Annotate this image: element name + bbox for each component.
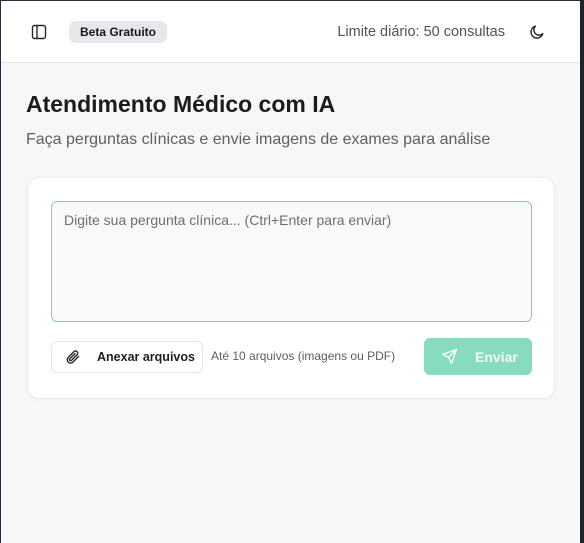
- panel-left-icon: [31, 24, 47, 40]
- composer-card: Anexar arquivos Até 10 arquivos (imagens…: [27, 177, 555, 399]
- daily-limit-text: Limite diário: 50 consultas: [337, 24, 505, 40]
- moon-icon: [529, 24, 545, 40]
- sidebar-toggle-button[interactable]: [28, 21, 50, 43]
- page-subtitle: Faça perguntas clínicas e envie imagens …: [26, 131, 491, 148]
- send-label: Enviar: [475, 348, 518, 365]
- attachment-hint: Até 10 arquivos (imagens ou PDF): [211, 349, 396, 363]
- send-icon: [441, 348, 458, 365]
- attach-files-label: Anexar arquivos: [97, 350, 195, 364]
- send-button[interactable]: Enviar: [424, 338, 532, 375]
- attach-files-button[interactable]: Anexar arquivos: [51, 341, 203, 373]
- theme-toggle-button[interactable]: [526, 21, 548, 43]
- page-title: Atendimento Médico com IA: [26, 91, 336, 117]
- beta-badge: Beta Gratuito: [69, 21, 168, 43]
- question-input[interactable]: [51, 201, 532, 322]
- app-window: Beta Gratuito Limite diário: 50 consulta…: [0, 0, 580, 543]
- top-bar: Beta Gratuito Limite diário: 50 consulta…: [1, 1, 580, 63]
- paperclip-icon: [65, 349, 81, 365]
